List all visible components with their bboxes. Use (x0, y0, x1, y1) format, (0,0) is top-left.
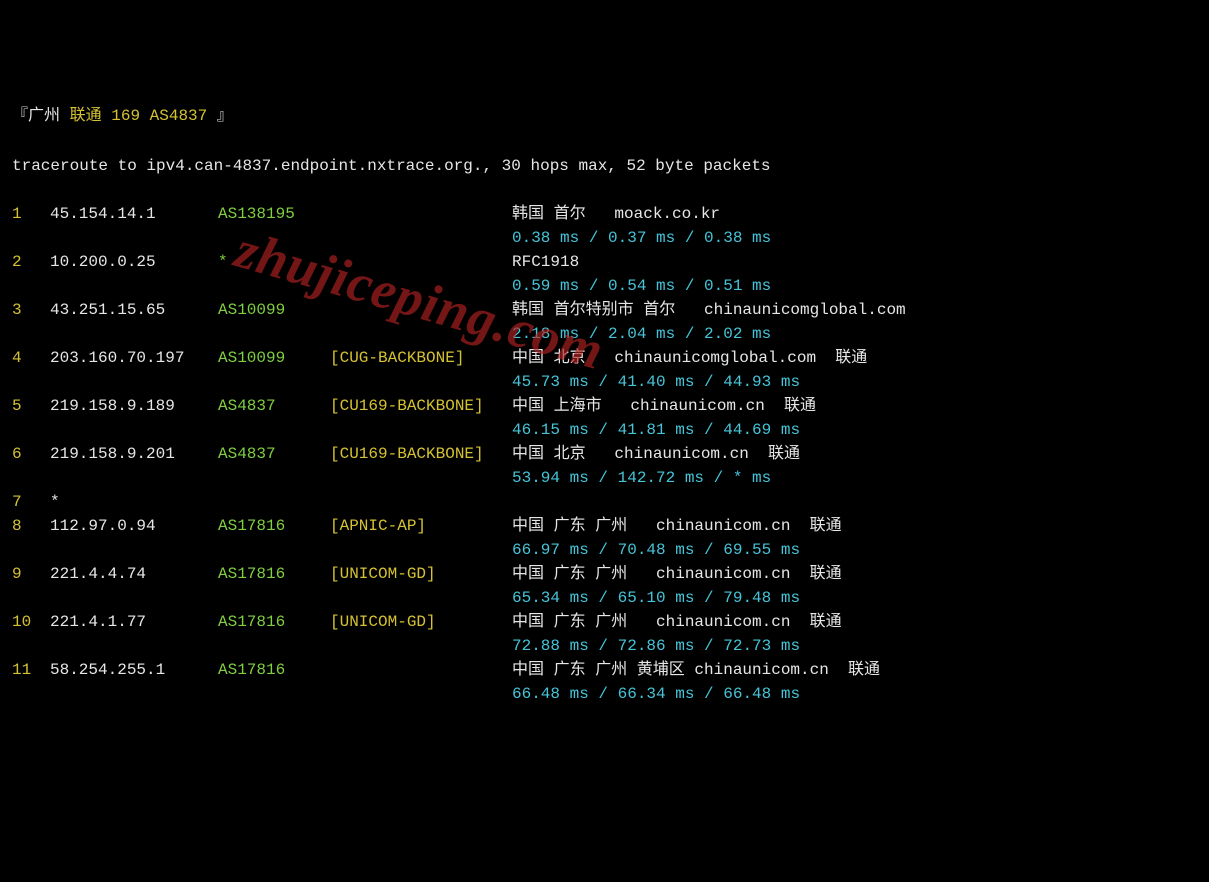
hop-ip: 221.4.4.74 (50, 562, 218, 586)
hop-asn: AS10099 (218, 298, 330, 322)
hop-row: 10221.4.1.77AS17816[UNICOM-GD]中国 广东 广州 c… (12, 610, 1197, 634)
header-circuit: 169 AS4837 (111, 107, 217, 125)
hop-ip: 10.200.0.25 (50, 250, 218, 274)
hop-latency: 0.38 ms / 0.37 ms / 0.38 ms (512, 226, 771, 250)
hop-ip: 219.158.9.189 (50, 394, 218, 418)
hop-number: 5 (12, 394, 50, 418)
hop-latency: 65.34 ms / 65.10 ms / 79.48 ms (512, 586, 800, 610)
bracket-close: 』 (217, 107, 233, 125)
hop-ip: 112.97.0.94 (50, 514, 218, 538)
hop-timing-row: 66.97 ms / 70.48 ms / 69.55 ms (12, 538, 1197, 562)
hop-number: 9 (12, 562, 50, 586)
hop-latency: 72.88 ms / 72.86 ms / 72.73 ms (512, 634, 800, 658)
hop-ip: * (50, 490, 218, 514)
hop-timing-row: 45.73 ms / 41.40 ms / 44.93 ms (12, 370, 1197, 394)
header-isp: 联通 (70, 107, 112, 125)
hop-row: 343.251.15.65AS10099 韩国 首尔特别市 首尔 chinauni… (12, 298, 1197, 322)
hop-backbone-tag: [APNIC-AP] (330, 514, 512, 538)
hop-asn: AS138195 (218, 202, 330, 226)
bracket-open: 『 (12, 107, 28, 125)
hop-latency: 45.73 ms / 41.40 ms / 44.93 ms (512, 370, 800, 394)
hop-number: 6 (12, 442, 50, 466)
hop-backbone-tag: [CUG-BACKBONE] (330, 346, 512, 370)
hop-location: 韩国 首尔特别市 首尔 chinaunicomglobal.com (512, 298, 906, 322)
hop-ip: 219.158.9.201 (50, 442, 218, 466)
hop-row: 1158.254.255.1AS17816 中国 广东 广州 黄埔区 chinau… (12, 658, 1197, 682)
hop-number: 2 (12, 250, 50, 274)
hop-timing-row: 66.48 ms / 66.34 ms / 66.48 ms (12, 682, 1197, 706)
hop-timing-row: 72.88 ms / 72.86 ms / 72.73 ms (12, 634, 1197, 658)
hop-row: 145.154.14.1AS138195 韩国 首尔 moack.co.kr (12, 202, 1197, 226)
hop-ip: 58.254.255.1 (50, 658, 218, 682)
hop-asn: AS4837 (218, 442, 330, 466)
hop-latency: 66.48 ms / 66.34 ms / 66.48 ms (512, 682, 800, 706)
hop-latency: 46.15 ms / 41.81 ms / 44.69 ms (512, 418, 800, 442)
hop-number: 7 (12, 490, 50, 514)
hop-location: 中国 广东 广州 chinaunicom.cn 联通 (512, 514, 842, 538)
hop-row: 4203.160.70.197AS10099[CUG-BACKBONE]中国 北… (12, 346, 1197, 370)
hop-row: 6219.158.9.201AS4837[CU169-BACKBONE]中国 北… (12, 442, 1197, 466)
hop-number: 10 (12, 610, 50, 634)
hop-ip: 45.154.14.1 (50, 202, 218, 226)
hop-location: 中国 广东 广州 chinaunicom.cn 联通 (512, 610, 842, 634)
hop-asn: AS17816 (218, 562, 330, 586)
hop-number: 4 (12, 346, 50, 370)
hop-location: 中国 上海市 chinaunicom.cn 联通 (512, 394, 816, 418)
hop-number: 11 (12, 658, 50, 682)
hop-latency: 2.18 ms / 2.04 ms / 2.02 ms (512, 322, 771, 346)
hop-latency: 0.59 ms / 0.54 ms / 0.51 ms (512, 274, 771, 298)
hop-row: 7* (12, 490, 1197, 514)
hop-timing-row: 65.34 ms / 65.10 ms / 79.48 ms (12, 586, 1197, 610)
hop-timing-row: 53.94 ms / 142.72 ms / * ms (12, 466, 1197, 490)
hop-number: 8 (12, 514, 50, 538)
hop-timing-row: 0.59 ms / 0.54 ms / 0.51 ms (12, 274, 1197, 298)
hop-timing-row: 0.38 ms / 0.37 ms / 0.38 ms (12, 226, 1197, 250)
hop-asn: AS17816 (218, 514, 330, 538)
hop-backbone-tag: [UNICOM-GD] (330, 610, 512, 634)
hop-asn: * (218, 250, 330, 274)
hop-row: 8112.97.0.94AS17816[APNIC-AP]中国 广东 广州 ch… (12, 514, 1197, 538)
hop-row: 5219.158.9.189AS4837[CU169-BACKBONE]中国 上… (12, 394, 1197, 418)
hop-timing-row: 46.15 ms / 41.81 ms / 44.69 ms (12, 418, 1197, 442)
traceroute-command-line: traceroute to ipv4.can-4837.endpoint.nxt… (12, 154, 1197, 178)
hop-number: 3 (12, 298, 50, 322)
hop-ip: 221.4.1.77 (50, 610, 218, 634)
hop-backbone-tag: [CU169-BACKBONE] (330, 442, 512, 466)
hop-location: 中国 广东 广州 chinaunicom.cn 联通 (512, 562, 842, 586)
trace-header: 『广州 联通 169 AS4837 』 (12, 104, 1197, 128)
hop-timing-row: 2.18 ms / 2.04 ms / 2.02 ms (12, 322, 1197, 346)
hop-asn: AS4837 (218, 394, 330, 418)
hop-location: 中国 广东 广州 黄埔区 chinaunicom.cn 联通 (512, 658, 880, 682)
hop-ip: 43.251.15.65 (50, 298, 218, 322)
hop-asn: AS10099 (218, 346, 330, 370)
hop-location: 中国 北京 chinaunicomglobal.com 联通 (512, 346, 867, 370)
hop-latency: 66.97 ms / 70.48 ms / 69.55 ms (512, 538, 800, 562)
hop-latency: 53.94 ms / 142.72 ms / * ms (512, 466, 771, 490)
hop-ip: 203.160.70.197 (50, 346, 218, 370)
hop-asn: AS17816 (218, 658, 330, 682)
hop-location: RFC1918 (512, 250, 579, 274)
header-city: 广州 (28, 107, 70, 125)
hop-location: 中国 北京 chinaunicom.cn 联通 (512, 442, 800, 466)
hop-backbone-tag: [UNICOM-GD] (330, 562, 512, 586)
hop-list: 145.154.14.1AS138195 韩国 首尔 moack.co.kr0.3… (12, 202, 1197, 706)
hop-location: 韩国 首尔 moack.co.kr (512, 202, 720, 226)
hop-row: 210.200.0.25* RFC1918 (12, 250, 1197, 274)
hop-number: 1 (12, 202, 50, 226)
hop-backbone-tag: [CU169-BACKBONE] (330, 394, 512, 418)
hop-row: 9221.4.4.74AS17816[UNICOM-GD]中国 广东 广州 ch… (12, 562, 1197, 586)
hop-asn: AS17816 (218, 610, 330, 634)
